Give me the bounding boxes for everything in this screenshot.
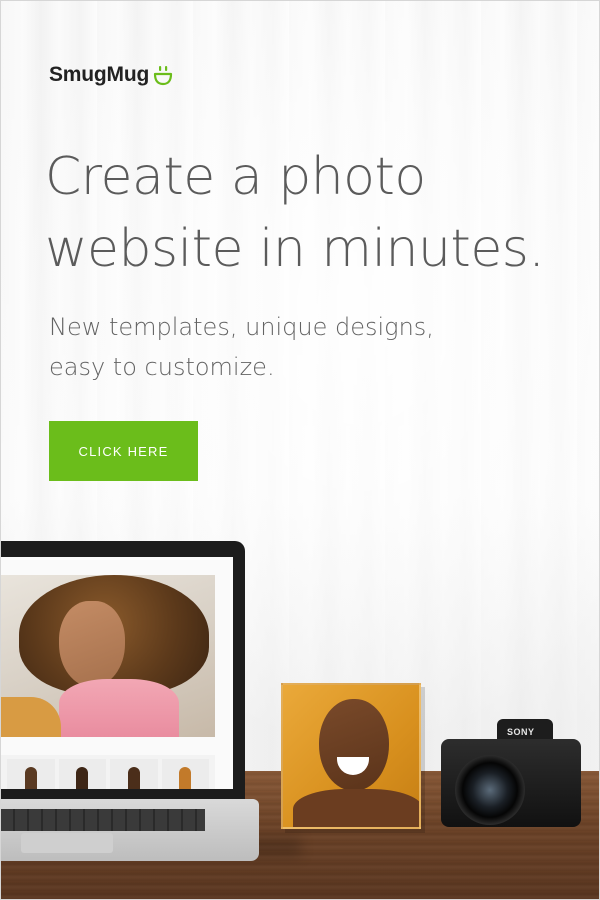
subheadline: New templates, unique designs, easy to c… — [49, 307, 549, 387]
acrylic-photo-block — [281, 683, 421, 829]
hero-portrait-photo — [1, 575, 215, 737]
headline-line-2: website in minutes. — [45, 219, 545, 279]
headline-line-1: Create a photo — [45, 147, 426, 207]
headline: Create a photo website in minutes. — [45, 141, 585, 285]
portrait-guitar — [1, 697, 61, 737]
click-here-button[interactable]: CLICK HERE — [49, 421, 198, 481]
portrait-face — [59, 601, 125, 687]
subheadline-line-1: New templates, unique designs, — [49, 313, 434, 341]
thumbnail — [161, 759, 209, 789]
laptop-trackpad — [21, 833, 113, 853]
logo-wordmark: SmugMug — [49, 63, 150, 86]
laptop-illustration — [1, 541, 261, 861]
laptop-keyboard — [1, 809, 205, 831]
portrait-scarf — [59, 679, 179, 737]
photo-block-shoulders — [293, 789, 419, 827]
thumbnail-strip — [1, 755, 215, 789]
thumbnail — [7, 759, 55, 789]
laptop-screen — [1, 557, 233, 789]
thumbnail — [110, 759, 158, 789]
smile-icon — [152, 64, 174, 86]
camera-brand-label: SONY — [507, 727, 535, 737]
smugmug-logo[interactable]: SmugMug — [49, 63, 174, 87]
smugmug-ad[interactable]: SmugMug Create a photo website in minute… — [0, 0, 600, 900]
thumbnail — [58, 759, 106, 789]
subheadline-line-2: easy to customize. — [49, 353, 275, 381]
photo-block-face — [319, 699, 389, 791]
camera-illustration: SONY — [441, 717, 583, 833]
camera-lens-icon — [455, 755, 525, 825]
